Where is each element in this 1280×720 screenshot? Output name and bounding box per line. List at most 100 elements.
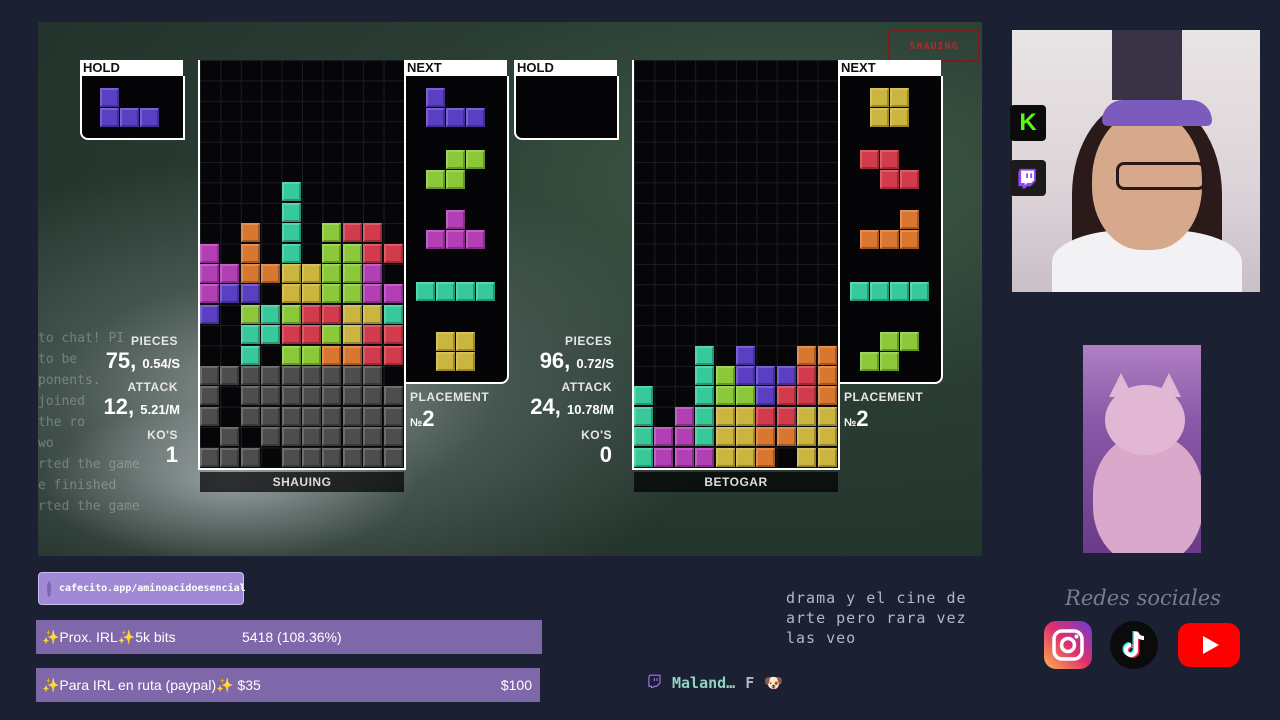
garbage-mino	[342, 366, 362, 385]
board-mino	[383, 345, 403, 365]
next-piece-s	[446, 150, 465, 169]
board-mino	[736, 386, 755, 406]
next-piece-s	[860, 352, 879, 371]
board-mino	[261, 304, 281, 324]
p2-next-label: NEXT	[838, 60, 941, 76]
garbage-mino	[363, 386, 383, 406]
board-mino	[634, 447, 653, 467]
garbage-mino	[342, 427, 362, 447]
garbage-mino	[240, 366, 260, 385]
board-mino	[817, 406, 837, 426]
board-mino	[322, 325, 342, 345]
board-mino	[695, 345, 715, 365]
streamer-headband	[1102, 100, 1212, 126]
garbage-mino	[261, 427, 281, 447]
chat-text: F	[745, 674, 755, 692]
board-mino	[695, 386, 715, 406]
garbage-mino	[240, 447, 260, 467]
wall-poster	[1112, 30, 1182, 100]
p1-hold-label: HOLD	[80, 60, 183, 76]
board-mino	[363, 325, 383, 345]
board-mino	[715, 406, 735, 426]
board-mino	[261, 264, 281, 283]
next-piece-i	[910, 282, 929, 301]
goal-bar-bits: ✨Prox. IRL✨5k bits 5418 (108.36%)	[36, 620, 542, 654]
next-piece-t	[446, 230, 465, 249]
next-piece-l	[900, 210, 919, 229]
garbage-mino	[302, 366, 321, 385]
board-mino	[383, 325, 403, 345]
garbage-mino	[302, 447, 321, 467]
board-mino	[817, 345, 837, 365]
garbage-mino	[281, 427, 301, 447]
p2-attack-label: ATTACK	[561, 380, 612, 394]
board-mino	[674, 447, 694, 467]
youtube-icon[interactable]	[1178, 620, 1240, 670]
next-piece-s	[446, 170, 465, 189]
board-mino	[634, 386, 653, 406]
board-mino	[342, 264, 362, 283]
garbage-mino	[302, 427, 321, 447]
hold-piece-j	[140, 108, 159, 127]
board-mino	[220, 264, 240, 283]
next-piece-j	[466, 108, 485, 127]
garbage-mino	[322, 406, 342, 426]
p2-name: BETOGAR	[634, 472, 838, 492]
board-mino	[817, 366, 837, 385]
board-mino	[281, 182, 301, 202]
board-mino	[634, 427, 653, 447]
garbage-mino	[240, 386, 260, 406]
kick-icon[interactable]: K	[1010, 105, 1046, 141]
next-piece-l	[900, 230, 919, 249]
board-mino	[654, 427, 674, 447]
webcam-streamer	[1012, 30, 1260, 292]
board-mino	[363, 284, 383, 304]
board-mino	[200, 304, 219, 324]
board-mino	[736, 406, 755, 426]
twitch-icon[interactable]	[1010, 160, 1046, 196]
next-piece-z	[900, 170, 919, 189]
garbage-mino	[261, 366, 281, 385]
garbage-mino	[220, 447, 240, 467]
p2-kos: 0	[599, 442, 612, 467]
p1-name: SHAUING	[200, 472, 404, 492]
board-mino	[240, 325, 260, 345]
garbage-mino	[363, 427, 383, 447]
next-piece-s	[880, 352, 899, 371]
next-piece-t	[426, 230, 445, 249]
board-mino	[281, 345, 301, 365]
board-mino	[281, 304, 301, 324]
instagram-icon[interactable]	[1043, 620, 1093, 670]
p2-placement: №2	[844, 406, 869, 431]
board-mino	[756, 366, 776, 385]
board-mino	[674, 406, 694, 426]
p2-placement-label: PLACEMENT	[844, 390, 924, 404]
board-mino	[302, 304, 321, 324]
board-mino	[322, 345, 342, 365]
garbage-mino	[302, 386, 321, 406]
next-piece-i	[890, 282, 909, 301]
next-piece-o	[890, 108, 909, 127]
p1-attack-label: ATTACK	[127, 380, 178, 394]
cat-head	[1105, 385, 1185, 455]
next-piece-z	[860, 150, 879, 169]
board-mino	[281, 325, 301, 345]
tiktok-icon[interactable]	[1109, 620, 1159, 670]
board-mino	[736, 366, 755, 385]
cafecito-icon	[47, 580, 51, 597]
board-mino	[240, 345, 260, 365]
garbage-mino	[322, 386, 342, 406]
hold-piece-j	[100, 88, 119, 107]
board-mino	[281, 243, 301, 263]
garbage-mino	[200, 366, 219, 385]
next-piece-i	[416, 282, 435, 301]
dog-emote-icon: 🐶	[764, 674, 783, 692]
garbage-mino	[322, 447, 342, 467]
p1-kos: 1	[165, 442, 178, 467]
garbage-mino	[363, 406, 383, 426]
board-mino	[302, 325, 321, 345]
next-piece-o	[456, 352, 475, 371]
cafecito-link[interactable]: cafecito.app/aminoacidoesencial	[38, 572, 246, 605]
board-mino	[736, 345, 755, 365]
board-mino	[797, 345, 817, 365]
